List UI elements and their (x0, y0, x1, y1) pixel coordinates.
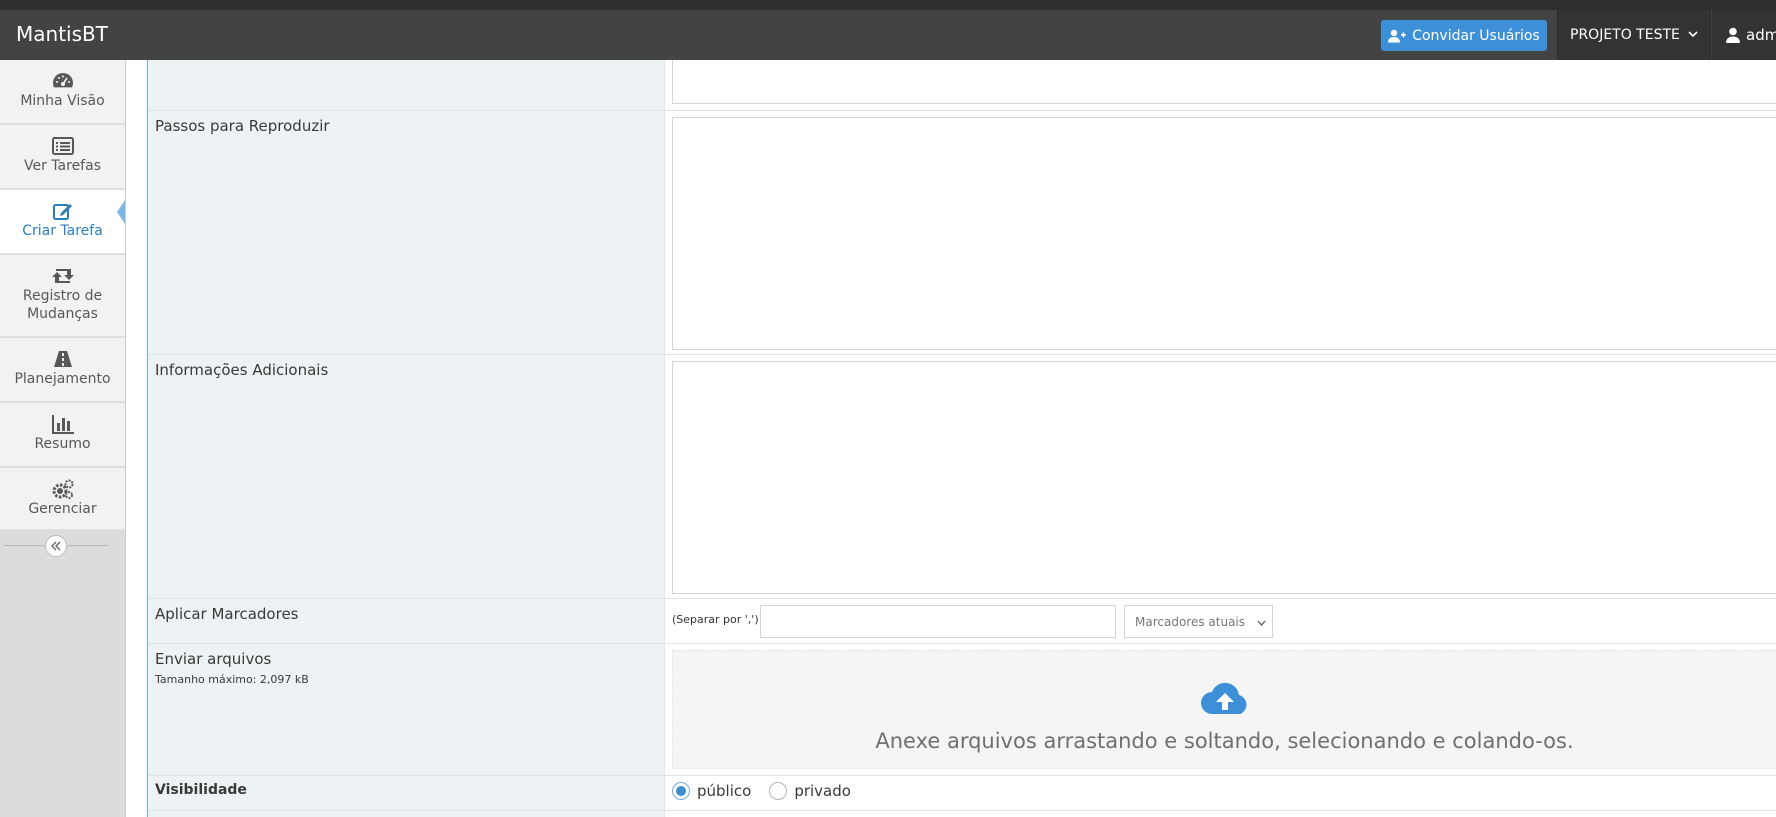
invite-users-button[interactable]: Convidar Usuários (1381, 20, 1547, 51)
sidebar-item-label: Resumo (34, 436, 91, 452)
chevron-down-icon (1688, 31, 1698, 38)
form-row-steps: Passos para Reproduzir (148, 111, 1776, 355)
existing-tags-select-value: Marcadores atuais (1135, 614, 1246, 629)
tags-value-cell: (Separar por ',') Marcadores atuais (666, 599, 1776, 643)
additional-info-value-cell (666, 355, 1776, 598)
sidebar-item-manage[interactable]: Gerenciar (0, 468, 125, 530)
sidebar-item-my-view[interactable]: Minha Visão (0, 60, 125, 124)
next-category-cell (148, 811, 665, 817)
sidebar-item-view-issues[interactable]: Ver Tarefas (0, 125, 125, 189)
project-name: PROJETO TESTE (1570, 27, 1680, 43)
file-dropzone[interactable]: Anexe arquivos arrastando e soltando, se… (672, 650, 1776, 769)
visibility-private-radio[interactable] (769, 782, 788, 800)
form-row-additional-info: Informações Adicionais (148, 355, 1776, 599)
upload-label: Enviar arquivos (155, 650, 272, 668)
tags-hint: (Separar por ',') (672, 613, 759, 626)
visibility-radio-group: público privado (672, 782, 869, 800)
form-row-visibility: Visibilidade público privado (148, 776, 1776, 811)
sidebar-item-label: Criar Tarefa (22, 223, 103, 239)
tags-category-cell: Aplicar Marcadores (148, 599, 665, 643)
existing-tags-select[interactable]: Marcadores atuais (1124, 605, 1273, 638)
upload-category-cell: Enviar arquivos Tamanho máximo: 2,097 kB (148, 644, 665, 775)
form-row-description (148, 60, 1776, 111)
window-top-strip (0, 0, 1776, 10)
visibility-private-label[interactable]: privado (794, 782, 851, 800)
dropzone-text: Anexe arquivos arrastando e soltando, se… (875, 729, 1574, 753)
tags-label: Aplicar Marcadores (155, 605, 299, 623)
sidebar-item-label: Gerenciar (28, 501, 97, 517)
user-plus-icon (1388, 29, 1407, 42)
sidebar: Minha Visão Ver Tarefas Criar Tarefa Reg… (0, 60, 126, 817)
retweet-icon (51, 269, 74, 283)
sidebar-item-label: Planejamento (14, 371, 111, 387)
sidebar-collapse-bar (0, 530, 125, 560)
top-navbar: MantisBT Convidar Usuários PROJETO TESTE… (0, 10, 1776, 60)
user-name: admin (1746, 26, 1776, 44)
brand-logo[interactable]: MantisBT (16, 22, 108, 46)
steps-value-cell (666, 111, 1776, 354)
upload-value-cell: Anexe arquivos arrastando e soltando, se… (666, 644, 1776, 775)
steps-textarea[interactable] (672, 117, 1776, 350)
project-selector[interactable]: PROJETO TESTE (1558, 10, 1710, 60)
edit-icon (52, 204, 72, 220)
collapse-sidebar-button[interactable] (45, 535, 67, 557)
form-row-next (148, 811, 1776, 817)
form-row-upload: Enviar arquivos Tamanho máximo: 2,097 kB… (148, 644, 1776, 776)
description-textarea[interactable] (672, 60, 1776, 104)
invite-users-label: Convidar Usuários (1412, 27, 1540, 44)
description-value-cell (666, 60, 1776, 110)
navbar-divider (1710, 10, 1711, 60)
chevron-down-icon (1257, 620, 1266, 626)
list-icon (51, 137, 74, 155)
form-row-tags: Aplicar Marcadores (Separar por ',') Mar… (148, 599, 1776, 644)
next-value-cell (666, 811, 1776, 817)
double-chevron-left-icon (51, 541, 61, 551)
user-icon (1726, 27, 1740, 43)
sidebar-item-label: Registro de Mudanças (22, 288, 103, 322)
gears-icon (52, 479, 73, 499)
additional-info-category-cell: Informações Adicionais (148, 355, 665, 598)
description-category-cell (148, 60, 665, 110)
report-issue-form: Passos para Reproduzir Informações Adici… (147, 60, 1776, 817)
steps-category-cell: Passos para Reproduzir (148, 111, 665, 354)
user-menu[interactable]: admin (1712, 10, 1776, 60)
additional-info-textarea[interactable] (672, 361, 1776, 594)
sidebar-item-label: Ver Tarefas (24, 158, 101, 174)
visibility-category-cell: Visibilidade (148, 776, 665, 810)
additional-info-label: Informações Adicionais (155, 361, 329, 379)
cloud-upload-icon (1200, 682, 1246, 714)
tags-input[interactable] (760, 605, 1116, 638)
sidebar-item-changelog[interactable]: Registro de Mudanças (0, 255, 125, 337)
visibility-label: Visibilidade (155, 782, 247, 798)
sidebar-item-report-issue[interactable]: Criar Tarefa (0, 190, 125, 254)
road-icon (53, 351, 72, 367)
dashboard-icon (52, 73, 73, 88)
upload-max-size: Tamanho máximo: 2,097 kB (155, 673, 309, 686)
bar-chart-icon (51, 415, 74, 434)
sidebar-item-roadmap[interactable]: Planejamento (0, 338, 125, 402)
sidebar-item-summary[interactable]: Resumo (0, 403, 125, 467)
sidebar-item-label: Minha Visão (20, 93, 105, 109)
visibility-value-cell: público privado (666, 776, 1776, 810)
visibility-public-radio[interactable] (672, 782, 690, 800)
main-content: Passos para Reproduzir Informações Adici… (126, 60, 1776, 817)
steps-label: Passos para Reproduzir (155, 117, 330, 135)
visibility-public-label[interactable]: público (697, 782, 751, 800)
